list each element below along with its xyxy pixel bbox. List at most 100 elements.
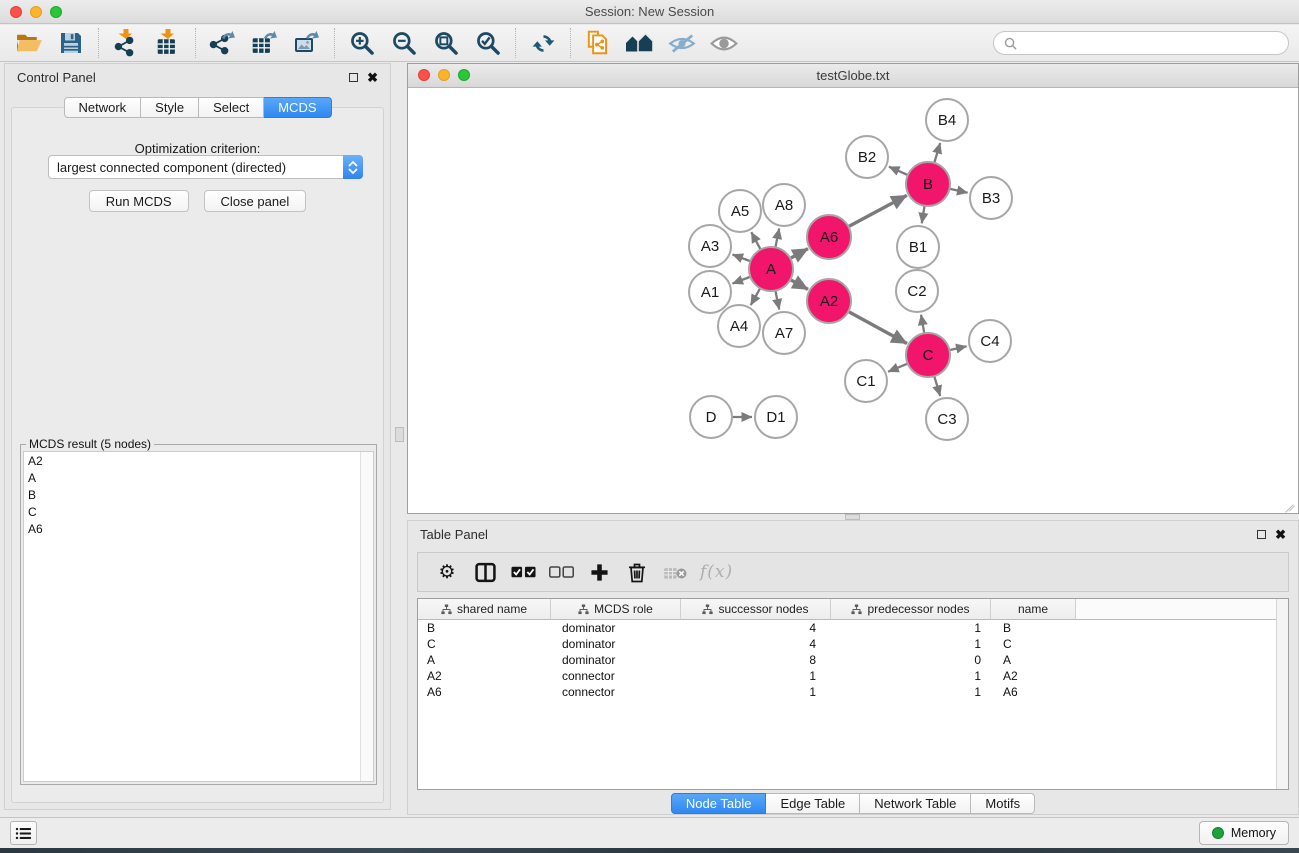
- export-image-icon[interactable]: [290, 28, 324, 58]
- close-panel-button[interactable]: Close panel: [204, 190, 307, 212]
- table-scrollbar[interactable]: [1276, 599, 1288, 789]
- task-history-button[interactable]: [10, 821, 37, 845]
- mcds-result-item[interactable]: B: [24, 486, 373, 503]
- close-table-panel-icon[interactable]: ✖: [1275, 528, 1286, 541]
- export-network-icon[interactable]: [206, 28, 240, 58]
- edge-A-A8[interactable]: [775, 229, 779, 248]
- float-panel-icon[interactable]: [349, 73, 358, 82]
- hide-selected-icon[interactable]: [665, 28, 699, 58]
- node-A3[interactable]: A3: [689, 225, 731, 267]
- edge-A-A1[interactable]: [732, 277, 750, 284]
- node-B3[interactable]: B3: [970, 177, 1012, 219]
- resize-grip-icon[interactable]: [1282, 497, 1296, 511]
- column-header-successor-nodes[interactable]: successor nodes: [681, 599, 831, 620]
- network-graph[interactable]: B4B2BB3A5A8A6A3B1AA1C2A2A4A7C4CC1C3DD1: [408, 88, 1298, 513]
- zoom-in-icon[interactable]: [345, 28, 379, 58]
- node-A[interactable]: A: [749, 247, 793, 291]
- node-A4[interactable]: A4: [718, 305, 760, 347]
- zoom-fit-icon[interactable]: [429, 28, 463, 58]
- edge-C-C1[interactable]: [888, 364, 908, 372]
- table-row[interactable]: A6connector11A6: [418, 684, 1288, 700]
- edge-A-A3[interactable]: [732, 254, 750, 261]
- network-minimize-button[interactable]: [438, 69, 450, 81]
- tab-motifs[interactable]: Motifs: [971, 793, 1035, 814]
- split-columns-icon[interactable]: [472, 558, 498, 586]
- edge-B-B1[interactable]: [922, 206, 925, 224]
- node-A2[interactable]: A2: [807, 279, 851, 323]
- network-maximize-button[interactable]: [458, 69, 470, 81]
- first-neighbors-icon[interactable]: [623, 28, 657, 58]
- node-C4[interactable]: C4: [969, 320, 1011, 362]
- node-C1[interactable]: C1: [845, 360, 887, 402]
- node-A1[interactable]: A1: [689, 271, 731, 313]
- add-column-icon[interactable]: [586, 558, 612, 586]
- save-session-icon[interactable]: [54, 28, 88, 58]
- tab-select[interactable]: Select: [199, 97, 264, 118]
- column-header-shared-name[interactable]: shared name: [418, 599, 551, 620]
- edge-A-A5[interactable]: [751, 232, 760, 249]
- deselect-all-rows-icon[interactable]: [548, 558, 574, 586]
- network-close-button[interactable]: [418, 69, 430, 81]
- tab-node-table[interactable]: Node Table: [671, 793, 767, 814]
- edge-A-A7[interactable]: [775, 291, 779, 310]
- memory-button[interactable]: Memory: [1199, 821, 1289, 845]
- column-header-predecessor-nodes[interactable]: predecessor nodes: [831, 599, 991, 620]
- edge-C-C4[interactable]: [949, 346, 966, 350]
- select-all-rows-icon[interactable]: [510, 558, 536, 586]
- table-row[interactable]: Adominator80A: [418, 652, 1288, 668]
- column-header-name[interactable]: name: [991, 599, 1076, 620]
- search-input[interactable]: [1023, 36, 1278, 50]
- table-row[interactable]: Bdominator41B: [418, 620, 1288, 636]
- run-mcds-button[interactable]: Run MCDS: [89, 190, 189, 212]
- node-D1[interactable]: D1: [755, 396, 797, 438]
- edge-A-A2[interactable]: [790, 280, 808, 290]
- import-network-icon[interactable]: [109, 28, 143, 58]
- tab-network-table[interactable]: Network Table: [860, 793, 971, 814]
- gear-icon[interactable]: ⚙: [434, 558, 460, 586]
- node-B1[interactable]: B1: [897, 226, 939, 268]
- mcds-result-item[interactable]: A2: [24, 452, 373, 469]
- node-B[interactable]: B: [906, 162, 950, 206]
- edge-C-C3[interactable]: [934, 376, 940, 396]
- close-panel-icon[interactable]: ✖: [367, 71, 378, 84]
- tab-mcds[interactable]: MCDS: [264, 97, 331, 118]
- tab-network[interactable]: Network: [63, 97, 141, 118]
- search-box[interactable]: [993, 31, 1289, 55]
- node-A6[interactable]: A6: [807, 215, 851, 259]
- edge-C-C2[interactable]: [921, 315, 924, 334]
- edge-A6-B[interactable]: [848, 195, 906, 226]
- node-B2[interactable]: B2: [846, 136, 888, 178]
- maximize-window-button[interactable]: [50, 6, 62, 18]
- zoom-out-icon[interactable]: [387, 28, 421, 58]
- delete-column-icon[interactable]: [624, 558, 650, 586]
- mcds-result-item[interactable]: A: [24, 469, 373, 486]
- float-table-panel-icon[interactable]: [1257, 530, 1266, 539]
- tab-edge-table[interactable]: Edge Table: [766, 793, 860, 814]
- refresh-layout-icon[interactable]: [526, 28, 560, 58]
- open-session-icon[interactable]: [12, 28, 46, 58]
- mcds-result-item[interactable]: A6: [24, 520, 373, 537]
- node-A5[interactable]: A5: [719, 190, 761, 232]
- node-C3[interactable]: C3: [926, 398, 968, 440]
- network-window-title-bar[interactable]: testGlobe.txt: [408, 64, 1298, 88]
- mcds-result-scrollbar[interactable]: [360, 452, 373, 781]
- edge-B-B2[interactable]: [889, 167, 908, 175]
- node-B4[interactable]: B4: [926, 99, 968, 141]
- show-all-icon[interactable]: [707, 28, 741, 58]
- node-C[interactable]: C: [906, 333, 950, 377]
- node-C2[interactable]: C2: [896, 270, 938, 312]
- mcds-result-item[interactable]: C: [24, 503, 373, 520]
- new-network-from-selection-icon[interactable]: [581, 28, 615, 58]
- vertical-splitter-handle[interactable]: [395, 427, 404, 442]
- mcds-result-list[interactable]: A2ABCA6: [23, 451, 374, 782]
- edge-A-A6[interactable]: [790, 249, 808, 259]
- node-D[interactable]: D: [690, 396, 732, 438]
- edge-A-A4[interactable]: [751, 288, 760, 305]
- close-window-button[interactable]: [10, 6, 22, 18]
- column-header-MCDS-role[interactable]: MCDS role: [551, 599, 681, 620]
- edge-B-B3[interactable]: [949, 189, 967, 193]
- node-A7[interactable]: A7: [763, 312, 805, 354]
- zoom-selected-icon[interactable]: [471, 28, 505, 58]
- network-canvas[interactable]: B4B2BB3A5A8A6A3B1AA1C2A2A4A7C4CC1C3DD1: [408, 88, 1298, 513]
- edge-B-B4[interactable]: [934, 143, 940, 163]
